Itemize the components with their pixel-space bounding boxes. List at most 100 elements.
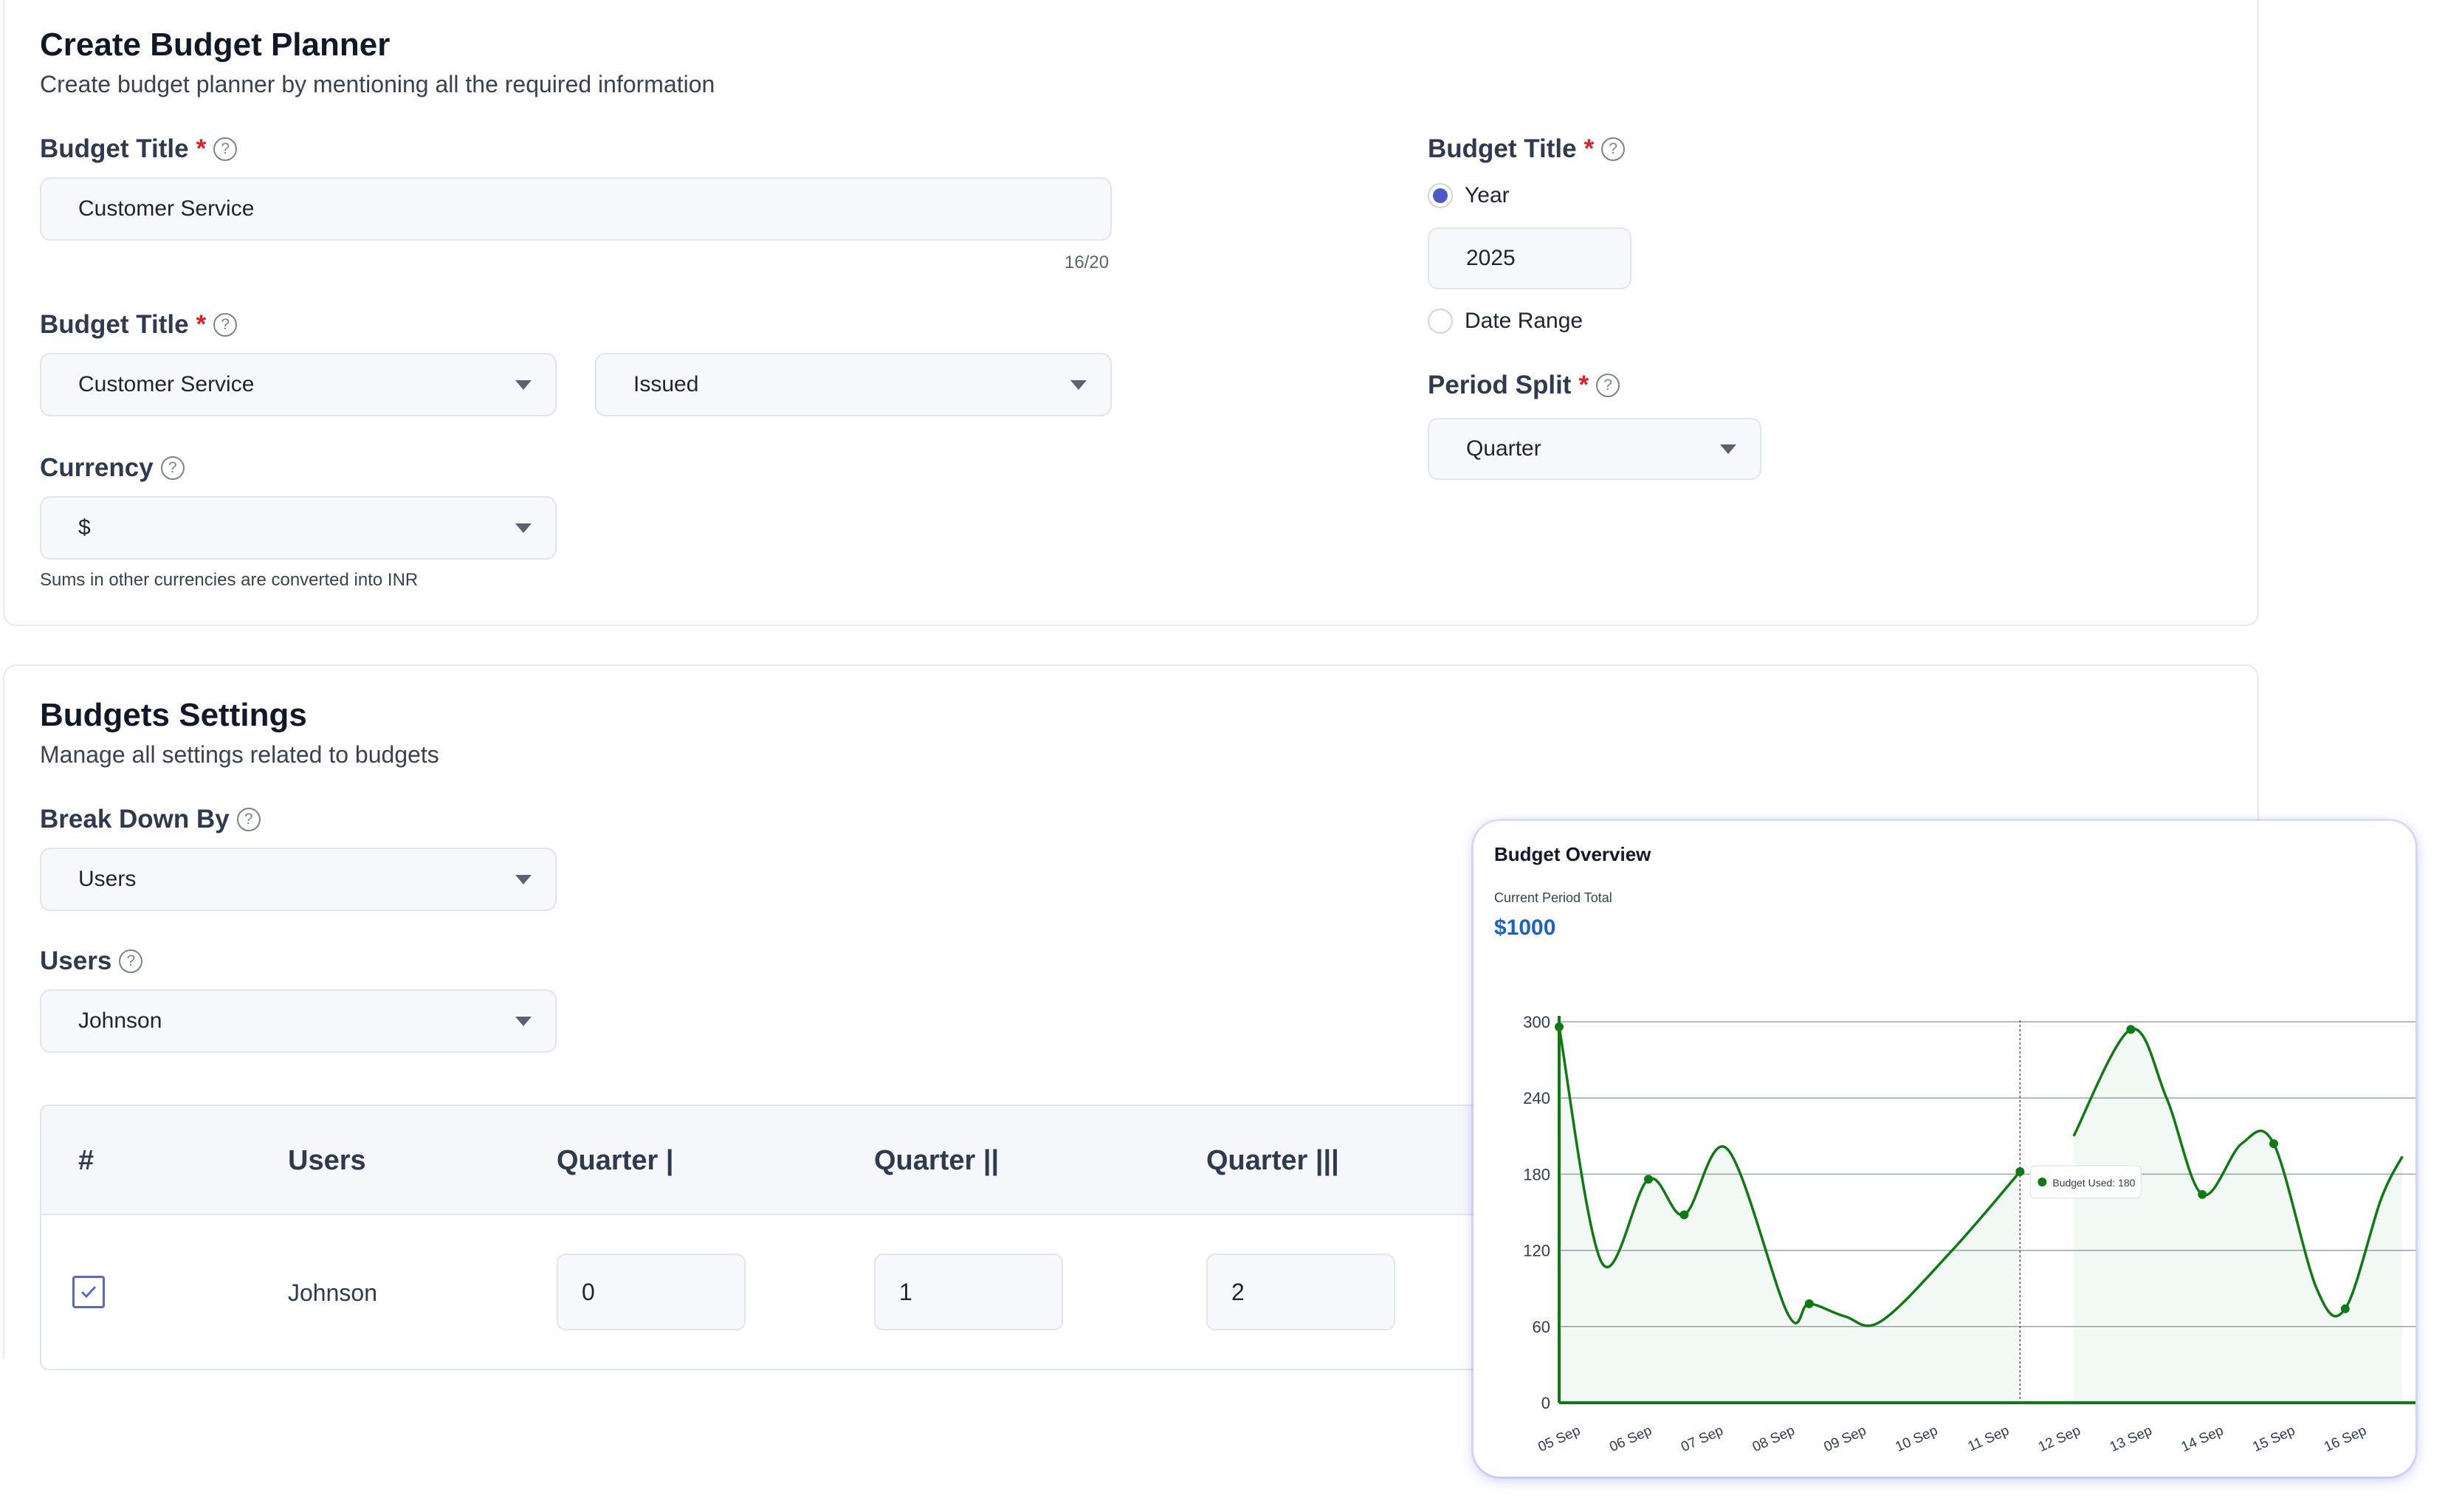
radio-date-range[interactable]: Date Range [1428,309,1583,334]
data-point [2198,1189,2207,1199]
required-mark: * [196,134,207,163]
breakdown-label-text: Break Down By [40,805,230,834]
data-point [1644,1175,1653,1184]
x-tick-label: 13 Sep [2108,1423,2155,1455]
required-mark: * [196,310,207,339]
help-icon[interactable]: ? [1601,137,1626,161]
data-point [2126,1025,2136,1034]
breakdown-select-value: Users [78,867,137,891]
y-tick-label: 240 [1523,1089,1550,1107]
data-point [1555,1022,1564,1031]
period-split-value: Quarter [1466,436,1541,461]
char-counter: 16/20 [1065,252,1110,272]
budget-line-chart: 0 60 120 180 240 300 05 Sep 06 Sep 07 Sep 08 Sep 0… [1523,1013,2415,1455]
x-tick-label: 08 Sep [1750,1423,1798,1455]
required-mark: * [1583,134,1595,163]
radio-date-range-button[interactable] [1428,309,1453,334]
help-icon[interactable]: ? [119,949,143,973]
col-header-index: # [78,1144,94,1176]
budget-title-label-text: Budget Title [40,134,189,163]
period-split-label: Period Split *? [1428,371,1620,400]
x-tick-label: 06 Sep [1607,1423,1654,1455]
data-point [2269,1139,2278,1149]
help-icon[interactable]: ? [213,137,238,161]
status-select-value: Issued [633,372,699,396]
department-select-value: Customer Service [78,372,255,396]
currency-label-text: Currency [40,453,154,482]
chevron-down-icon [1720,444,1736,454]
col-header-q3: Quarter ||| [1206,1144,1339,1176]
data-point [1679,1210,1689,1220]
chevron-down-icon [515,875,532,884]
col-header-q1: Quarter | [557,1144,674,1176]
required-mark: * [1578,371,1589,399]
currency-select[interactable]: $ [40,496,557,560]
q3-value: 2 [1231,1278,1245,1305]
x-tick-label: 14 Sep [2179,1423,2226,1455]
budget-title-value: Customer Service [78,196,255,221]
help-icon[interactable]: ? [1596,374,1620,397]
y-tick-label: 0 [1541,1394,1550,1412]
y-tick-label: 300 [1523,1013,1550,1031]
row-checkbox[interactable] [72,1276,105,1308]
chevron-down-icon [1070,380,1087,390]
planner-title: Create Budget Planner [40,27,391,63]
check-icon [80,1285,97,1299]
budget-users-table: # Users Quarter | Quarter || Quarter |||… [40,1104,1516,1370]
department-select[interactable]: Customer Service [40,353,557,416]
help-icon[interactable]: ? [160,456,185,480]
q1-input[interactable]: 0 [557,1254,746,1330]
q3-input[interactable]: 2 [1206,1254,1395,1330]
breakdown-label: Break Down By? [40,805,261,834]
planner-subtitle: Create budget planner by mentioning all … [40,71,715,97]
data-point [2340,1304,2350,1313]
budget-title-label: Budget Title *? [40,134,238,164]
chevron-down-icon [515,380,532,390]
data-point [1804,1299,1814,1308]
radio-year[interactable]: Year [1428,183,1510,208]
x-tick-label: 07 Sep [1679,1423,1726,1455]
tooltip-text: Budget Used: 180 [2052,1177,2135,1189]
series-area [1559,1026,2021,1403]
users-label-text: Users [40,946,112,975]
x-tick-label: 11 Sep [1966,1423,2012,1454]
col-header-users: Users [288,1144,366,1176]
currency-note: Sums in other currencies are converted i… [40,570,419,590]
row-user: Johnson [288,1279,377,1306]
budget-title2-label-text: Budget Title [40,310,189,339]
tooltip-marker [2038,1177,2047,1186]
budget-title-input[interactable]: Customer Service [40,177,1112,241]
right-budget-title-label-text: Budget Title [1428,134,1577,163]
x-tick-label: 16 Sep [2322,1423,2369,1455]
radio-year-label: Year [1465,183,1510,207]
q1-value: 0 [582,1278,595,1305]
col-header-q2: Quarter || [874,1144,1000,1176]
year-value: 2025 [1466,246,1516,270]
y-tick-label: 60 [1533,1318,1550,1336]
q2-input[interactable]: 1 [874,1254,1063,1330]
breakdown-select[interactable]: Users [40,848,557,911]
help-icon[interactable]: ? [236,808,261,831]
users-label: Users? [40,946,143,976]
x-tick-label: 09 Sep [1822,1423,1869,1455]
q2-value: 1 [899,1278,912,1305]
help-icon[interactable]: ? [213,313,238,337]
year-input[interactable]: 2025 [1428,227,1631,289]
budget-overview-widget: Budget Overview Current Period Total $10… [1473,821,2415,1477]
x-tick-label: 10 Sep [1893,1423,1940,1455]
chevron-down-icon [515,523,532,533]
y-tick-label: 120 [1523,1242,1550,1260]
settings-title: Budgets Settings [40,697,307,733]
status-select[interactable]: Issued [595,353,1112,416]
period-split-label-text: Period Split [1428,371,1572,399]
currency-select-value: $ [78,515,91,540]
data-point [2015,1166,2025,1176]
y-tick-label: 180 [1523,1165,1550,1183]
period-split-select[interactable]: Quarter [1428,418,1761,480]
settings-subtitle: Manage all settings related to budgets [40,741,439,768]
radio-date-range-label: Date Range [1465,309,1583,333]
chevron-down-icon [515,1017,532,1026]
budget-title2-label: Budget Title *? [40,310,238,340]
radio-year-button[interactable] [1428,183,1453,208]
users-select[interactable]: Johnson [40,989,557,1053]
